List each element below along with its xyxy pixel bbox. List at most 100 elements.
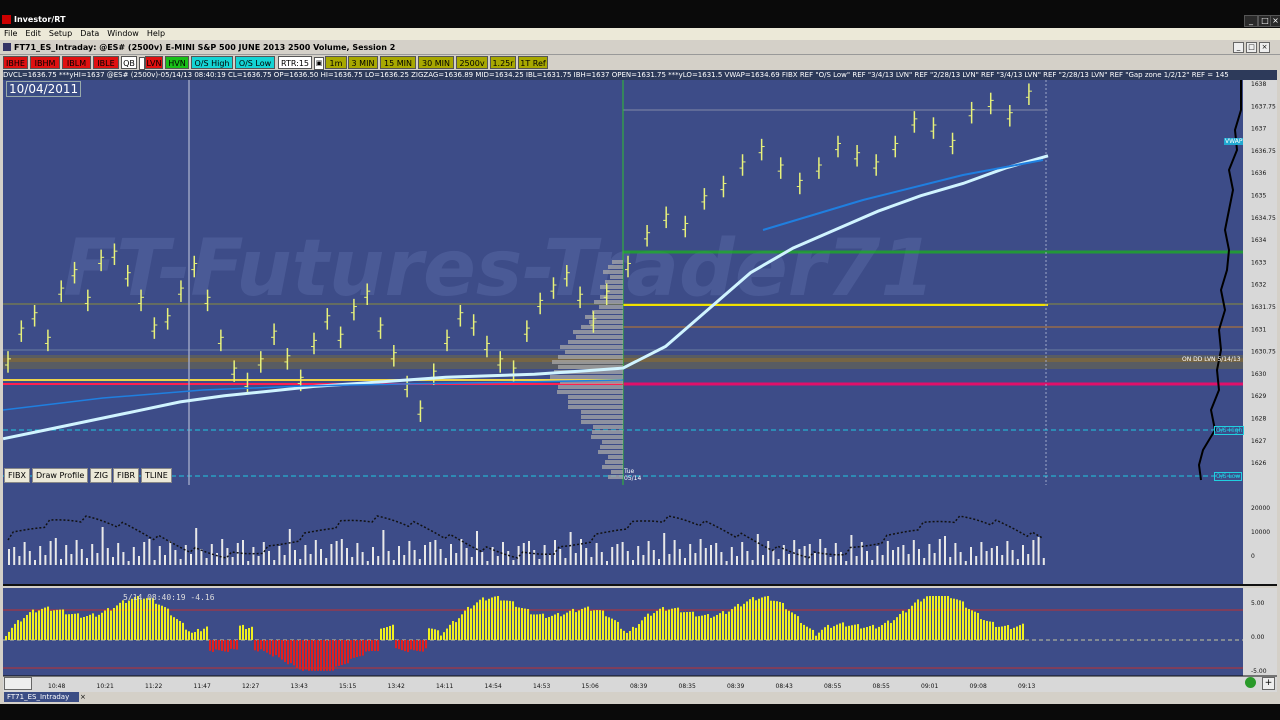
- delta-bar: [731, 609, 733, 640]
- draw-tool-zig[interactable]: ZIG: [90, 468, 113, 483]
- delta-bar: [410, 640, 412, 650]
- chart-restore-button[interactable]: □: [1246, 42, 1257, 53]
- toolbar-button-3min[interactable]: 3 MIN: [348, 56, 378, 69]
- delta-bar: [131, 598, 133, 640]
- menu-window[interactable]: Window: [103, 28, 143, 40]
- delta-bar: [710, 617, 712, 640]
- draw-tool-profile[interactable]: Draw Profile: [32, 468, 89, 483]
- menu-data[interactable]: Data: [76, 28, 103, 40]
- volume-bar: [928, 544, 931, 565]
- chart-close-button[interactable]: ×: [1259, 42, 1270, 53]
- time-axis-label: 14:54: [485, 683, 502, 690]
- volume-bar: [403, 555, 406, 565]
- delta-bar: [467, 606, 469, 640]
- day-label: Tue 05/14: [624, 468, 642, 482]
- menu-file[interactable]: File: [0, 28, 21, 40]
- delta-bar: [263, 640, 265, 651]
- window-tab[interactable]: FT71_ES_Intraday: [4, 692, 79, 702]
- delta-bar: [560, 616, 562, 640]
- toolbar-button-15min[interactable]: 15 MIN: [380, 56, 416, 69]
- delta-bar: [68, 614, 70, 640]
- delta-bar: [167, 608, 169, 640]
- toolbar-button-ible[interactable]: IBLE: [93, 56, 119, 69]
- toolbar-button-os-low[interactable]: O/S Low: [235, 56, 275, 69]
- delta-bar: [275, 640, 277, 656]
- delta-bar: [578, 610, 580, 640]
- delta-bar: [431, 628, 433, 640]
- toolbar-button-2500v[interactable]: 2500v: [456, 56, 488, 69]
- delta-bar: [65, 614, 67, 640]
- menu-help[interactable]: Help: [143, 28, 169, 40]
- toolbar-button-iblm[interactable]: IBLM: [62, 56, 91, 69]
- toolbar-button-rtr[interactable]: RTR:15: [278, 56, 312, 69]
- volume-bar: [34, 560, 36, 565]
- volume-bar: [184, 545, 187, 565]
- delta-bar: [743, 603, 745, 640]
- delta-bar: [281, 640, 283, 660]
- volume-bar: [871, 560, 874, 565]
- toolbar-button-ibhe[interactable]: IBHE: [3, 56, 28, 69]
- draw-tool-fibr[interactable]: FIBR: [113, 468, 140, 483]
- delta-bar: [584, 607, 586, 640]
- toolbar-button-30min[interactable]: 30 MIN: [418, 56, 454, 69]
- delta-bar: [326, 640, 328, 671]
- delta-bar: [659, 608, 661, 640]
- profile-bar: [593, 425, 623, 429]
- toolbar-button-qb[interactable]: QB: [121, 56, 137, 69]
- toolbar-button-hvn[interactable]: HVN: [165, 56, 189, 69]
- delta-bar: [887, 620, 889, 640]
- delta-bar: [35, 612, 37, 640]
- toolbar-button-125r[interactable]: 1.25r: [490, 56, 516, 69]
- toolbar-label: 3 MIN: [351, 59, 375, 68]
- volume-bar: [710, 545, 712, 565]
- menu-edit[interactable]: Edit: [21, 28, 45, 40]
- toolbar-label: O/S High: [194, 59, 230, 68]
- refresh-icon[interactable]: [1245, 677, 1256, 688]
- delta-bar: [353, 640, 355, 658]
- tab-close-icon[interactable]: ×: [80, 693, 88, 701]
- volume-bar: [850, 535, 853, 565]
- draw-tool-fibx[interactable]: FIBX: [4, 468, 30, 483]
- toolbar-button-ibhm[interactable]: IBHM: [30, 56, 60, 69]
- draw-tool-label: ZIG: [94, 471, 109, 480]
- chart-minimize-button[interactable]: _: [1233, 42, 1244, 53]
- draw-tool-tline[interactable]: TLINE: [141, 468, 172, 483]
- close-button[interactable]: ×: [1270, 15, 1280, 27]
- delta-bar: [734, 606, 736, 640]
- toolbar-label: QB: [123, 59, 135, 68]
- delta-bar: [542, 613, 544, 640]
- delta-bar: [434, 629, 436, 640]
- delta-bar: [587, 606, 589, 640]
- profile-bar: [605, 280, 623, 284]
- delta-bar: [971, 610, 973, 640]
- volume-bar: [704, 548, 707, 565]
- toolbar-button-os-high[interactable]: O/S High: [191, 56, 233, 69]
- delta-bar: [482, 597, 484, 640]
- volume-bar: [777, 559, 780, 565]
- delta-bar: [185, 629, 187, 640]
- delta-bar: [758, 598, 760, 640]
- profile-bar: [581, 410, 623, 414]
- delta-bar: [284, 640, 286, 662]
- scroll-thumb[interactable]: [4, 677, 32, 690]
- chart-canvas[interactable]: FT-Futures-Trader71 5/14 08:40:19 -4.16 …: [3, 80, 1277, 692]
- toolbar-button-1t-ref[interactable]: 1T Ref: [518, 56, 548, 69]
- volume-bar: [616, 544, 619, 565]
- volume-bar: [460, 539, 463, 565]
- toolbar-button-1m[interactable]: 1m: [325, 56, 347, 69]
- lock-icon[interactable]: ▣: [314, 57, 324, 70]
- delta-bar: [323, 640, 325, 671]
- price-axis-label: 1628: [1251, 416, 1266, 423]
- volume-bar: [1032, 540, 1035, 565]
- delta-bar: [896, 617, 898, 640]
- toolbar-button-lvn[interactable]: LVN: [145, 56, 163, 69]
- volume-bar: [652, 550, 655, 565]
- delta-bar: [776, 601, 778, 640]
- add-icon[interactable]: +: [1262, 677, 1275, 690]
- menu-setup[interactable]: Setup: [45, 28, 76, 40]
- minimize-button[interactable]: _: [1244, 15, 1258, 27]
- delta-bar: [611, 618, 613, 640]
- volume-bar: [814, 553, 816, 565]
- delta-bar: [479, 599, 481, 640]
- volume-bar: [751, 560, 754, 565]
